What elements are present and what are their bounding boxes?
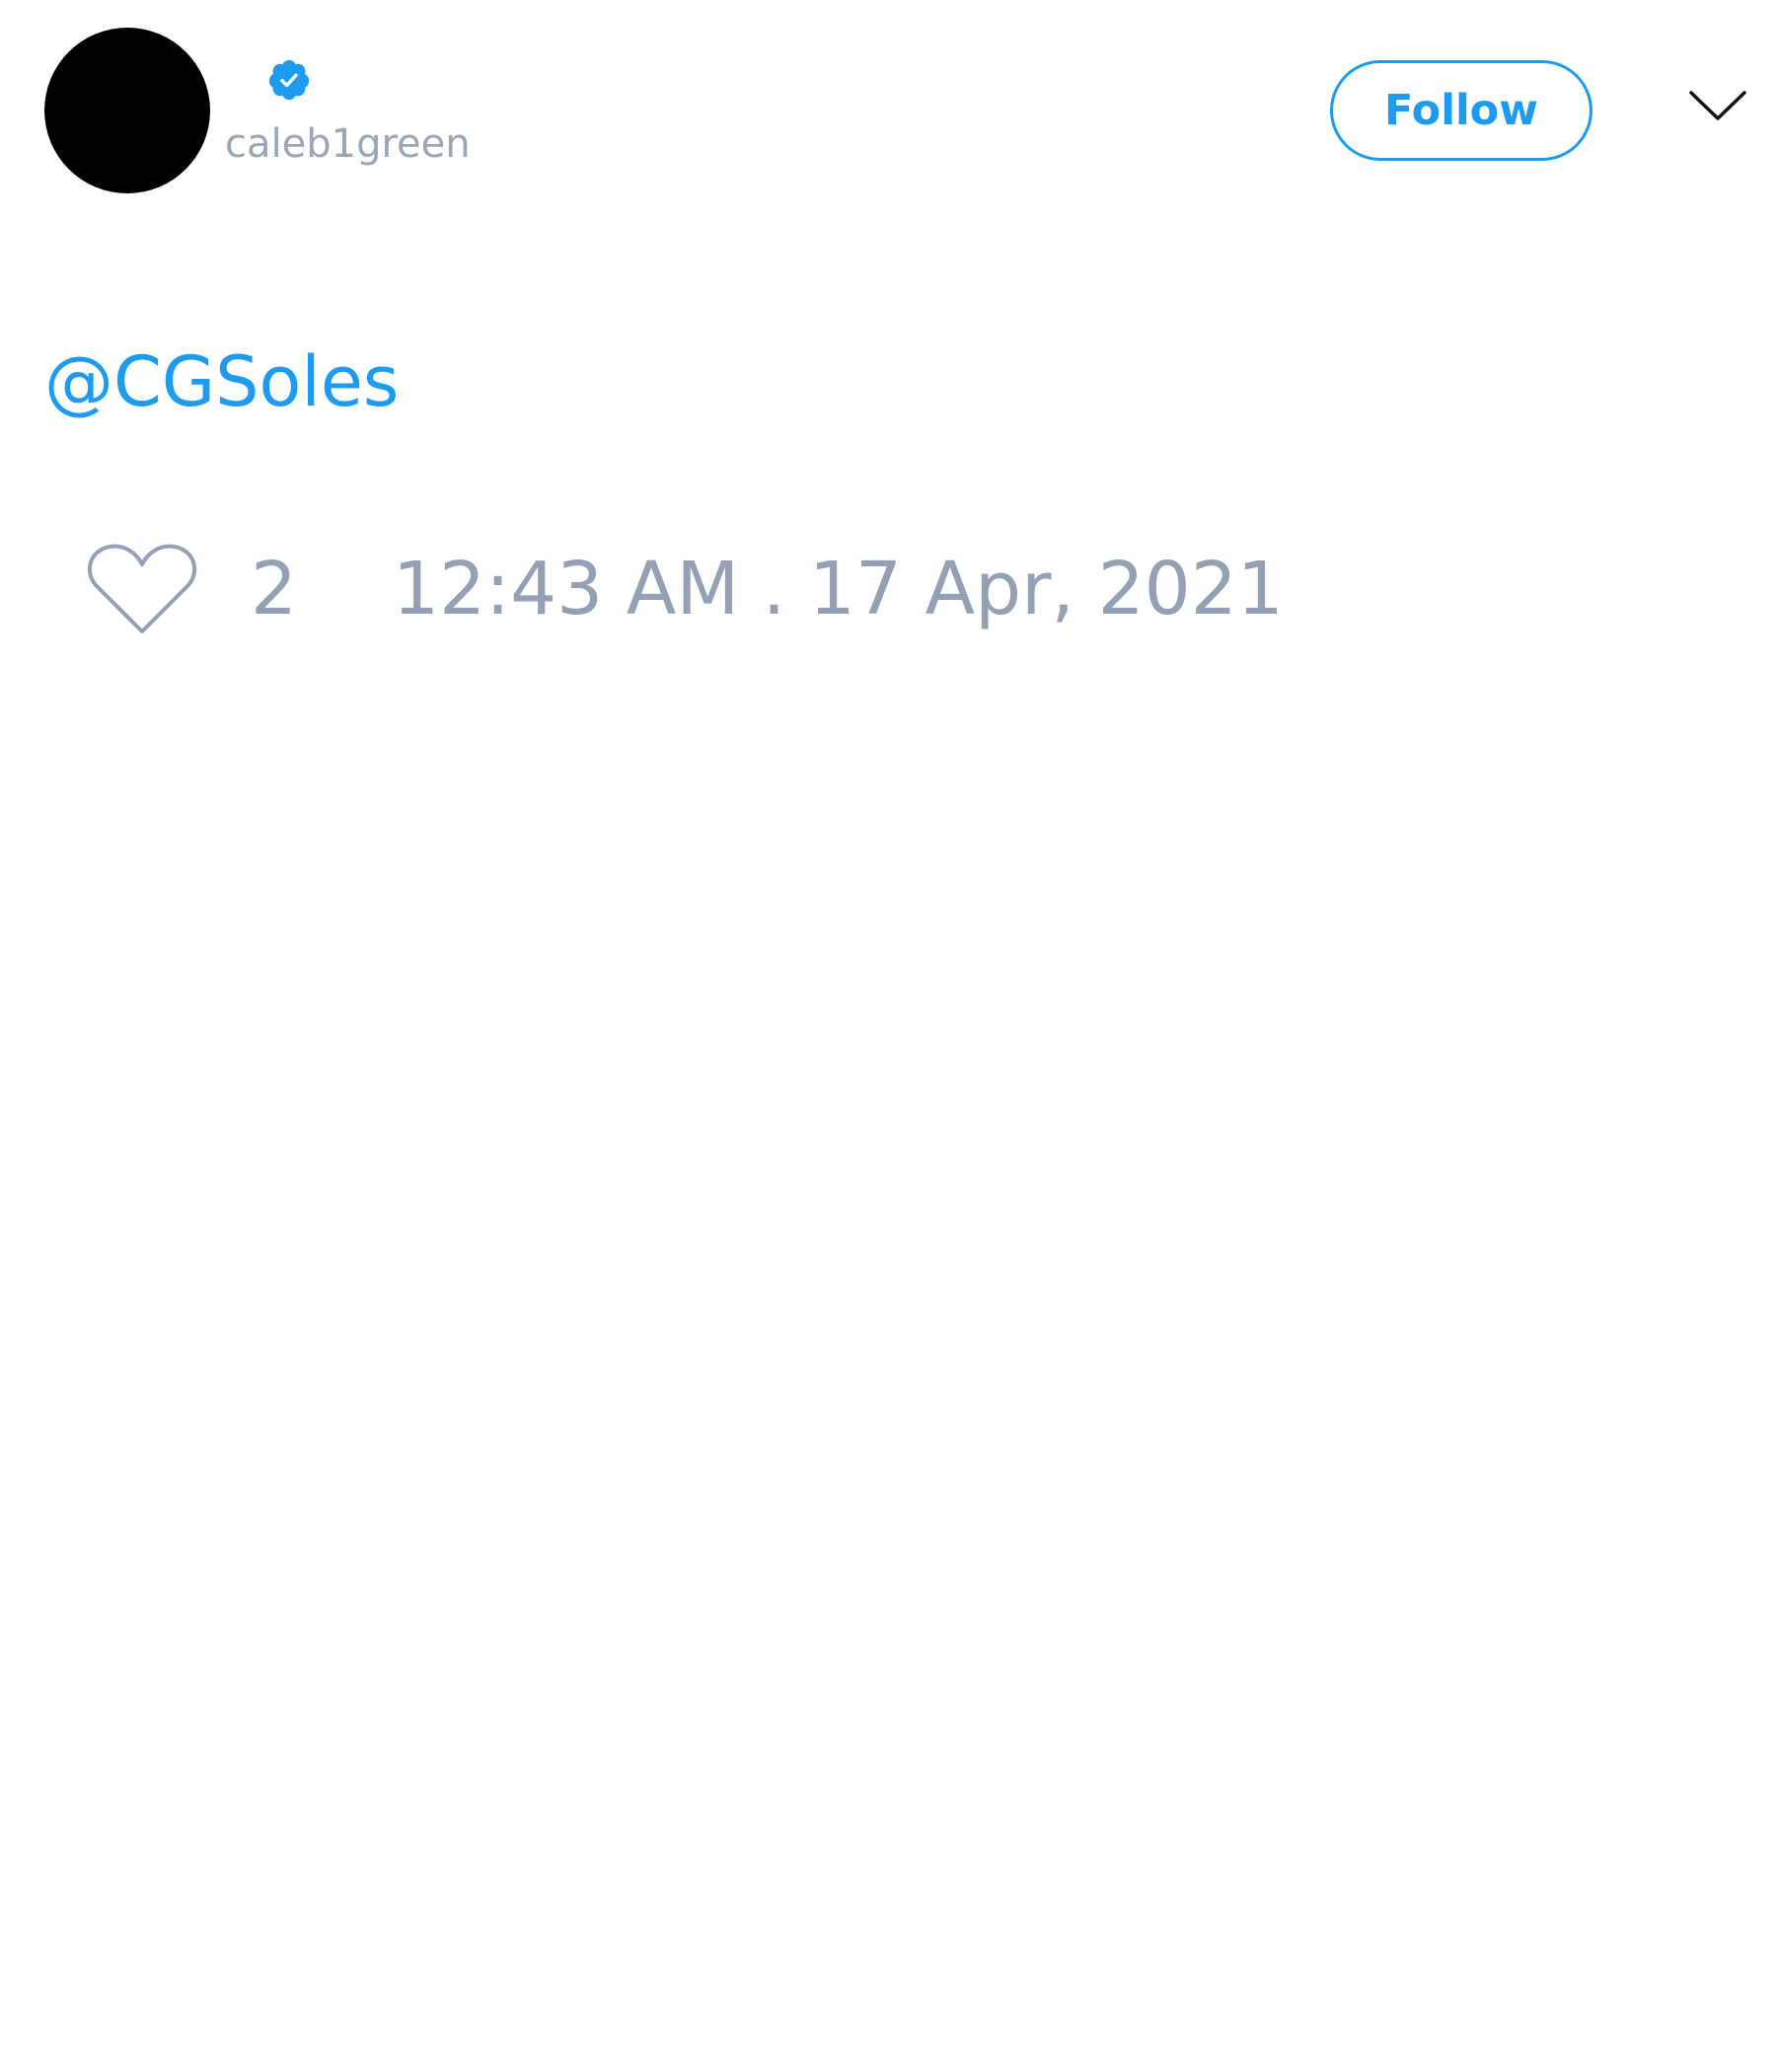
heart-icon[interactable] (87, 541, 197, 639)
user-handle[interactable]: caleb1green (225, 124, 471, 164)
avatar[interactable] (44, 28, 210, 193)
tweet-text[interactable]: @CGSoles (44, 347, 399, 416)
follow-button[interactable]: Follow (1330, 60, 1592, 161)
tweet-timestamp[interactable]: 12:43 AM . 17 Apr, 2021 (393, 553, 1284, 626)
tweet-card: caleb1green Follow @CGSoles 2 12:43 AM .… (0, 0, 1776, 2072)
verified-badge-icon (268, 59, 310, 101)
like-count: 2 (251, 547, 298, 631)
chevron-down-icon[interactable] (1689, 87, 1746, 126)
